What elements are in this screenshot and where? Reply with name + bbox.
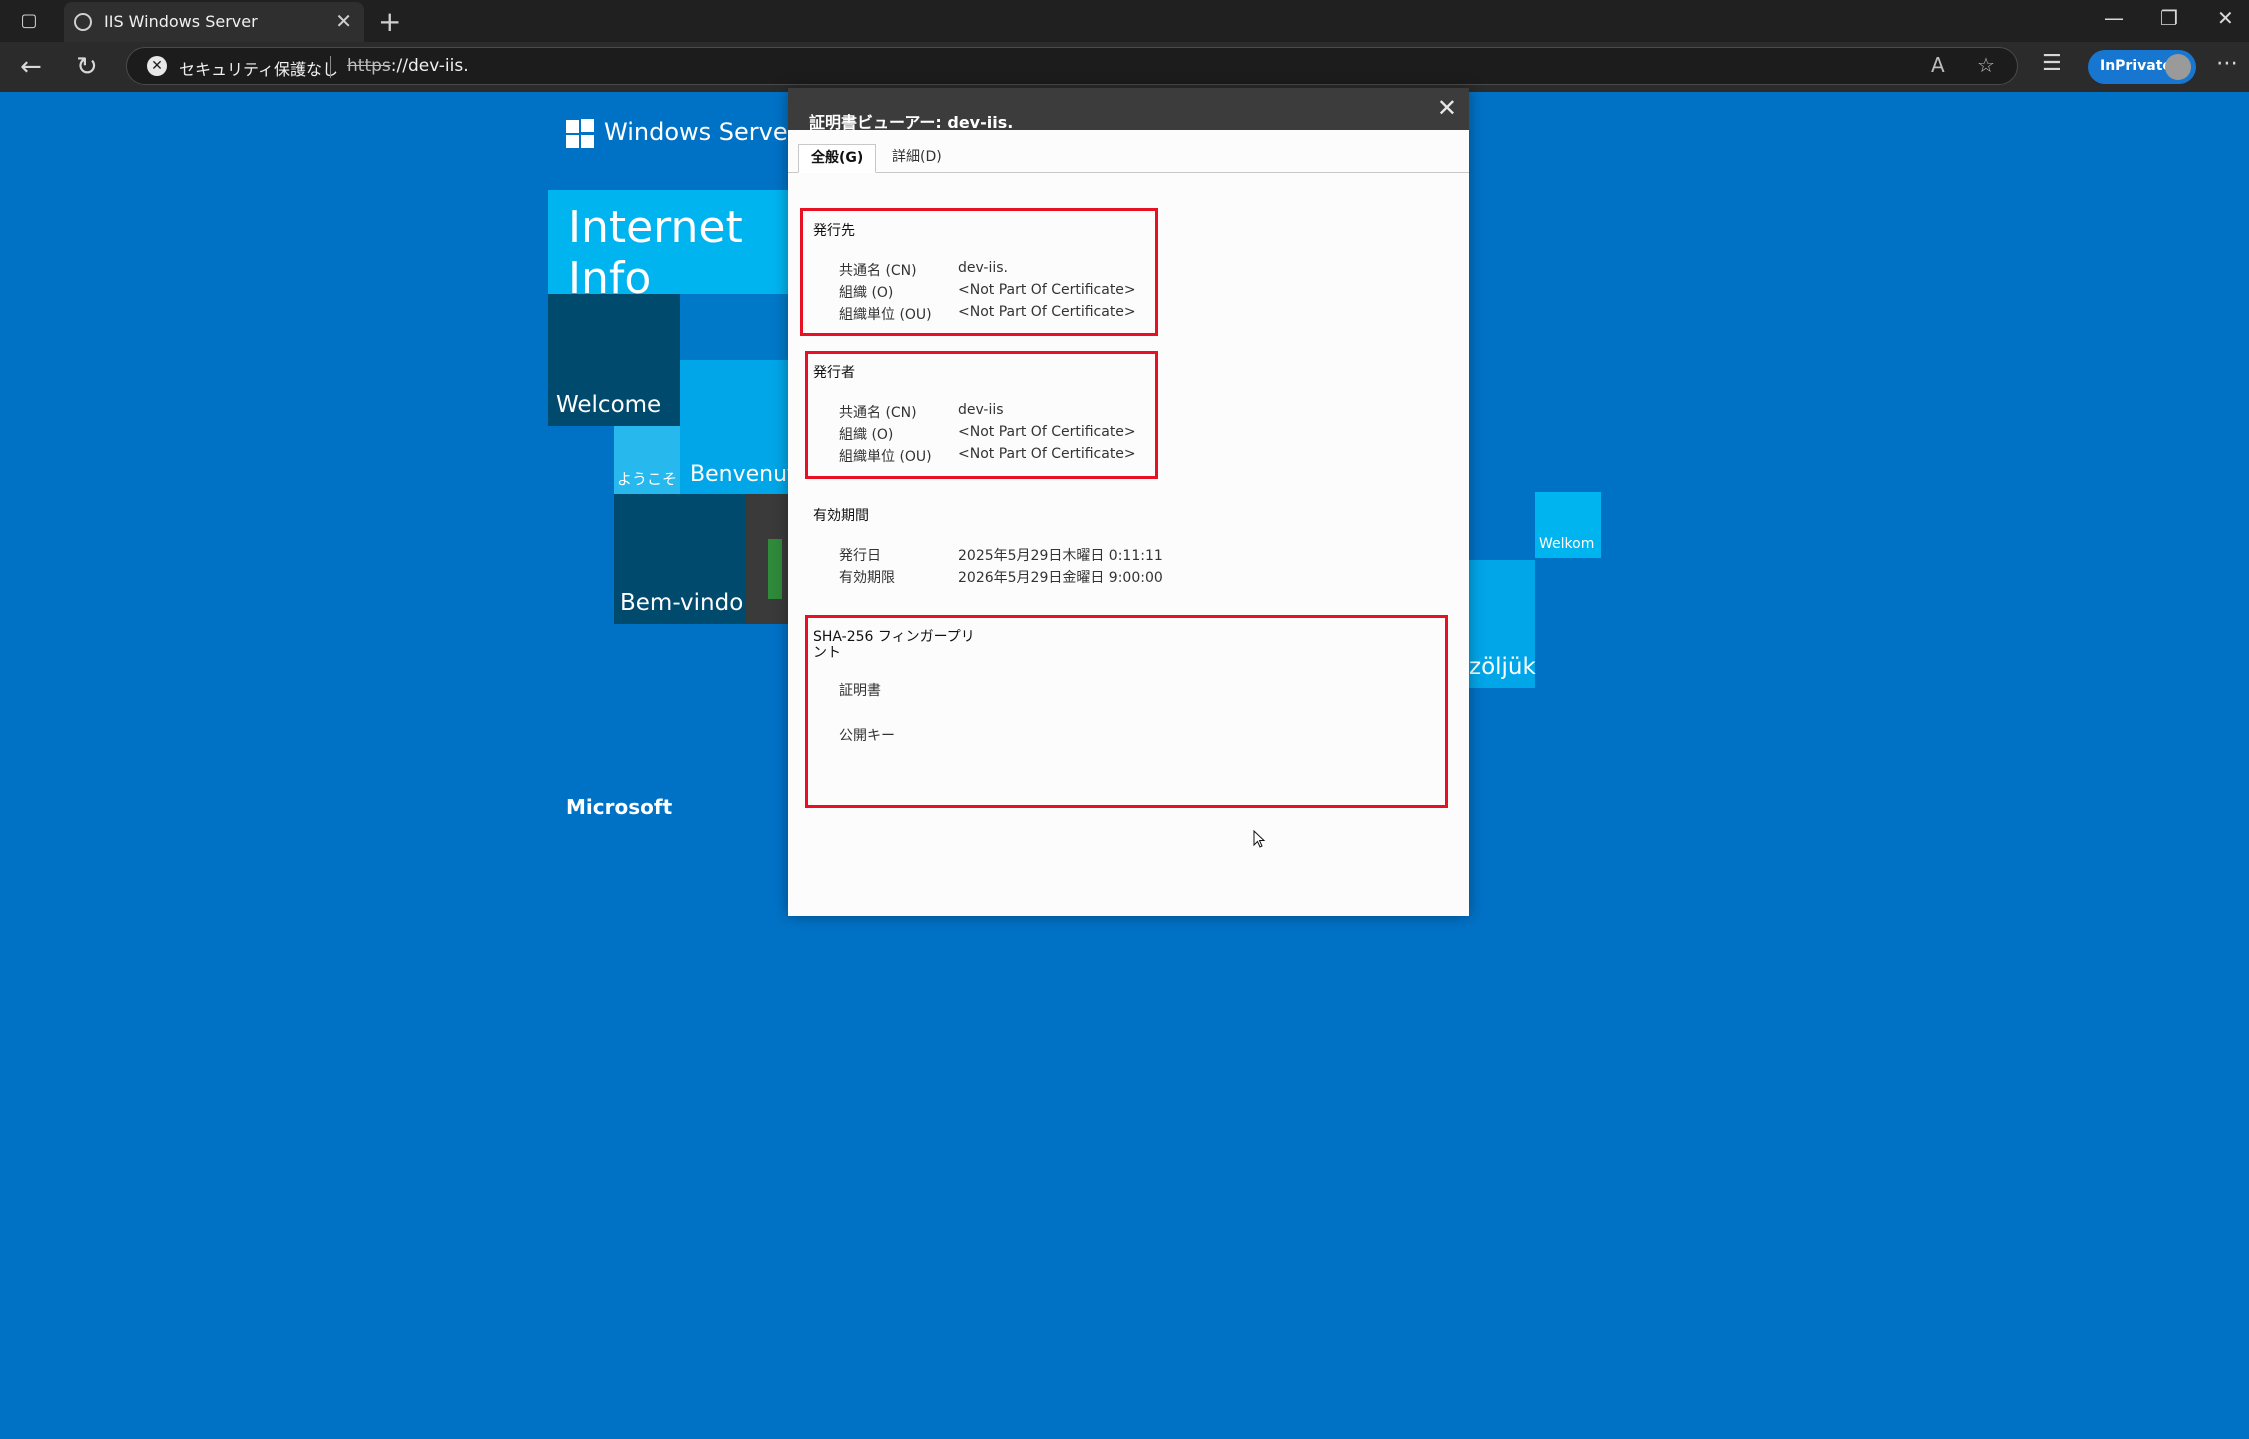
tile-blank (680, 294, 788, 360)
tile-udvozoljuk: zöljük (1469, 560, 1536, 688)
issued-to-title: 発行先 (813, 223, 855, 239)
expiry-date-label: 有効期限 (839, 570, 895, 586)
fingerprint-title-line2: ント (813, 645, 841, 661)
url-host: ://dev-iis. (390, 56, 469, 76)
favorite-star-icon[interactable]: ☆ (1977, 53, 1995, 77)
issued-by-cn-value: dev-iis (958, 402, 1004, 418)
banner-text: Internet Info (568, 202, 743, 304)
tile-label: zöljük (1469, 654, 1536, 680)
minimize-icon[interactable]: — (2104, 6, 2124, 30)
security-label[interactable]: セキュリティ保護なし (179, 56, 338, 80)
fingerprint-cert-label: 証明書 (839, 683, 881, 699)
tile-label: Welcome (556, 392, 662, 418)
close-tab-icon[interactable]: ✕ (335, 9, 352, 33)
product-name: Windows Server (604, 118, 798, 146)
inprivate-label: InPrivate (2100, 58, 2172, 74)
close-icon[interactable]: ✕ (1437, 94, 1457, 122)
back-icon[interactable]: ← (20, 52, 42, 82)
tile-label: Welkom (1539, 536, 1595, 552)
refresh-icon[interactable]: ↻ (76, 52, 98, 82)
issued-to-o-label: 組織 (O) (839, 285, 894, 301)
inprivate-button[interactable]: InPrivate (2088, 50, 2196, 84)
certificate-viewer-dialog: 証明書ビューアー: dev-iis. ✕ 全般(G) 詳細(D) 発行先 共通名… (788, 88, 1469, 916)
new-tab-icon[interactable]: + (378, 5, 401, 38)
fingerprint-pubkey-label: 公開キー (839, 728, 895, 744)
restore-icon[interactable]: ❐ (2160, 6, 2178, 30)
read-aloud-icon[interactable]: A (1931, 53, 1945, 77)
url-scheme: https (347, 56, 391, 76)
issued-by-ou-label: 組織単位 (OU) (839, 449, 932, 465)
issued-by-cn-label: 共通名 (CN) (839, 405, 917, 421)
windows-logo-icon (566, 119, 596, 149)
issued-date-label: 発行日 (839, 548, 881, 564)
validity-title: 有効期間 (813, 508, 869, 524)
more-icon[interactable]: ⋯ (2216, 51, 2238, 76)
tile-welcome: Welcome (548, 294, 680, 426)
dialog-title: 証明書ビューアー: dev-iis. (809, 113, 1014, 132)
issued-by-o-value: <Not Part Of Certificate> (958, 424, 1136, 440)
browser-tab-bar: ▢ IIS Windows Server ✕ + — ❐ ✕ (0, 0, 2249, 42)
window-close-icon[interactable]: ✕ (2217, 6, 2234, 30)
tile-welkom: Welkom (1535, 492, 1601, 558)
tab-actions-icon[interactable]: ▢ (18, 10, 40, 32)
globe-icon (74, 13, 92, 31)
tile-benvenuto: Benvenut (680, 360, 796, 494)
issued-to-cn-value: dev-iis. (958, 260, 1008, 276)
dialog-header: 証明書ビューアー: dev-iis. ✕ (788, 88, 1469, 132)
favorites-icon[interactable]: ☰ (2042, 51, 2062, 76)
address-toolbar: ← ↻ ✕ セキュリティ保護なし https://dev-iis. A ☆ ☰ … (0, 42, 2249, 92)
tab-general[interactable]: 全般(G) (798, 144, 877, 173)
avatar (2165, 54, 2191, 80)
divider (330, 56, 331, 78)
issued-to-ou-label: 組織単位 (OU) (839, 307, 932, 323)
browser-tab[interactable]: IIS Windows Server ✕ (64, 2, 364, 42)
issued-date-value: 2025年5月29日木曜日 0:11:11 (958, 548, 1163, 564)
not-secure-icon[interactable]: ✕ (147, 56, 167, 76)
tab-title: IIS Windows Server (104, 12, 258, 31)
photo-figure (768, 539, 782, 599)
address-bar[interactable]: ✕ セキュリティ保護なし https://dev-iis. A ☆ (126, 47, 2018, 85)
issued-by-ou-value: <Not Part Of Certificate> (958, 446, 1136, 462)
issued-by-title: 発行者 (813, 365, 855, 381)
tile-label: Benvenut (690, 462, 796, 487)
issued-to-cn-label: 共通名 (CN) (839, 263, 917, 279)
mouse-cursor-icon (1253, 830, 1266, 848)
issued-by-o-label: 組織 (O) (839, 427, 894, 443)
tab-details[interactable]: 詳細(D) (880, 144, 954, 171)
url-text[interactable]: https://dev-iis. (347, 56, 469, 76)
issued-to-ou-value: <Not Part Of Certificate> (958, 304, 1136, 320)
dialog-tabs: 全般(G) 詳細(D) (788, 144, 1469, 173)
banner-tile: Internet Info (548, 190, 788, 304)
tile-label: Bem-vindo (620, 590, 744, 616)
microsoft-logo: Microsoft (566, 795, 673, 819)
expiry-date-value: 2026年5月29日金曜日 9:00:00 (958, 570, 1163, 586)
photo-tile (746, 494, 788, 624)
tile-bem-vindo: Bem-vindo (614, 494, 746, 624)
tile-yokoso: ようこそ (614, 426, 680, 494)
issued-to-o-value: <Not Part Of Certificate> (958, 282, 1136, 298)
tile-label: ようこそ (617, 470, 678, 488)
